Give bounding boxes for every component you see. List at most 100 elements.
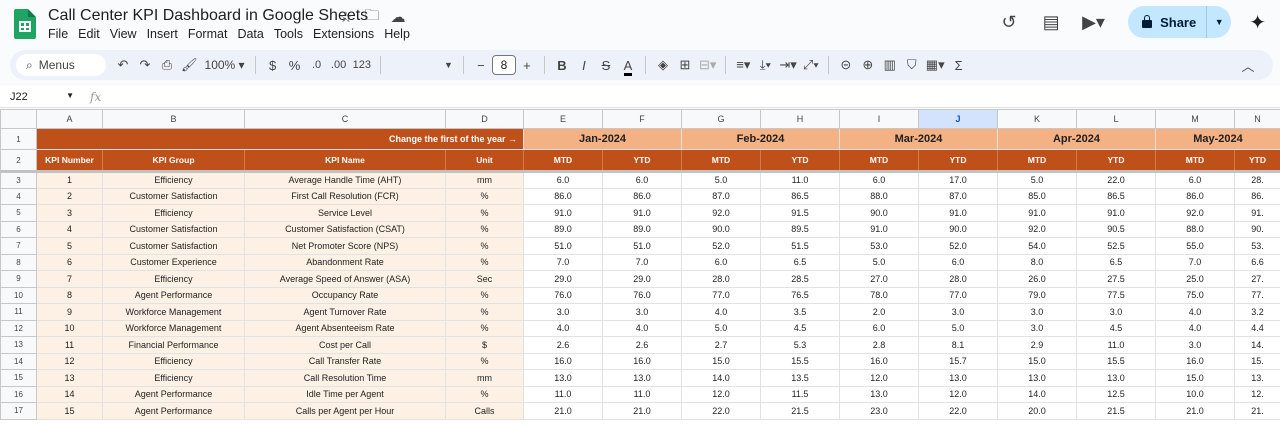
value-cell[interactable]: 92.0	[997, 220, 1077, 238]
value-cell[interactable]: 16.0	[602, 352, 682, 370]
value-cell[interactable]: 90.5	[1076, 220, 1156, 238]
year-change-note[interactable]: Change the first of the year →	[36, 128, 524, 150]
value-cell[interactable]: 12.0	[681, 385, 761, 403]
value-cell[interactable]: 11.0	[602, 385, 682, 403]
value-cell[interactable]: 86.0	[1155, 187, 1235, 205]
text-wrap-icon[interactable]: ⇥▾	[776, 57, 799, 73]
kpi-number-cell[interactable]: 1	[36, 171, 103, 189]
value-cell[interactable]: 6.5	[1076, 253, 1156, 271]
kpi-group-cell[interactable]: Agent Performance	[102, 286, 245, 304]
value-cell[interactable]: 13.0	[523, 369, 603, 387]
row-number[interactable]: 10	[0, 286, 37, 304]
unit-cell[interactable]: %	[445, 352, 524, 370]
borders-icon[interactable]: ⊞	[674, 57, 696, 73]
value-cell[interactable]: 22.0	[1076, 171, 1156, 189]
value-cell[interactable]: 13.0	[839, 385, 919, 403]
value-cell[interactable]: 17.0	[918, 171, 998, 189]
mtd-header[interactable]: MTD	[681, 149, 761, 172]
value-cell[interactable]: 52.5	[1076, 237, 1156, 255]
vertical-align-icon[interactable]: ⤓▾	[754, 57, 776, 73]
value-cell[interactable]: 28.	[1234, 171, 1280, 189]
value-cell[interactable]: 20.0	[997, 402, 1077, 420]
value-cell[interactable]: 6.0	[839, 171, 919, 189]
row-number[interactable]: 12	[0, 319, 37, 337]
value-cell[interactable]: 28.5	[760, 270, 840, 288]
value-cell[interactable]: 12.5	[1076, 385, 1156, 403]
column-title[interactable]: Unit	[445, 149, 524, 172]
value-cell[interactable]: 3.0	[602, 303, 682, 321]
value-cell[interactable]: 13.0	[1076, 369, 1156, 387]
mtd-header[interactable]: MTD	[839, 149, 919, 172]
value-cell[interactable]: 29.0	[602, 270, 682, 288]
value-cell[interactable]: 4.0	[602, 319, 682, 337]
value-cell[interactable]: 11.0	[523, 385, 603, 403]
value-cell[interactable]: 8.0	[997, 253, 1077, 271]
menu-insert[interactable]: Insert	[147, 26, 185, 41]
column-header-k[interactable]: K	[997, 109, 1077, 129]
value-cell[interactable]: 4.4	[1234, 319, 1280, 337]
value-cell[interactable]: 92.0	[1155, 204, 1235, 222]
value-cell[interactable]: 22.0	[918, 402, 998, 420]
value-cell[interactable]: 90.	[1234, 220, 1280, 238]
row-number[interactable]: 4	[0, 187, 37, 205]
zoom-select[interactable]: 100% ▾	[201, 58, 249, 72]
collapse-toolbar-icon[interactable]: ︿	[1237, 56, 1259, 75]
menu-edit[interactable]: Edit	[78, 26, 107, 41]
value-cell[interactable]: 21.5	[760, 402, 840, 420]
unit-cell[interactable]: %	[445, 319, 524, 337]
column-title[interactable]: KPI Number	[36, 149, 103, 172]
meet-video-icon[interactable]: ▶▾	[1082, 12, 1105, 33]
kpi-group-cell[interactable]: Efficiency	[102, 270, 245, 288]
value-cell[interactable]: 28.0	[681, 270, 761, 288]
value-cell[interactable]: 87.0	[681, 187, 761, 205]
value-cell[interactable]: 15.0	[681, 352, 761, 370]
value-cell[interactable]: 16.0	[1155, 352, 1235, 370]
kpi-number-cell[interactable]: 15	[36, 402, 103, 420]
cloud-status-icon[interactable]: ☁	[389, 8, 407, 26]
row-number[interactable]: 17	[0, 402, 37, 420]
value-cell[interactable]: 12.0	[918, 385, 998, 403]
insert-comment-icon[interactable]: ⊕	[857, 57, 879, 73]
ytd-header[interactable]: YTD	[760, 149, 840, 172]
value-cell[interactable]: 3.2	[1234, 303, 1280, 321]
unit-cell[interactable]: $	[445, 336, 524, 354]
kpi-number-cell[interactable]: 7	[36, 270, 103, 288]
kpi-number-cell[interactable]: 14	[36, 385, 103, 403]
value-cell[interactable]: 53.0	[839, 237, 919, 255]
unit-cell[interactable]: %	[445, 286, 524, 304]
value-cell[interactable]: 3.0	[1155, 336, 1235, 354]
unit-cell[interactable]: mm	[445, 369, 524, 387]
value-cell[interactable]: 86.0	[602, 187, 682, 205]
row-number[interactable]: 15	[0, 369, 37, 387]
row-number[interactable]: 8	[0, 253, 37, 271]
value-cell[interactable]: 77.	[1234, 286, 1280, 304]
menu-tools[interactable]: Tools	[274, 26, 310, 41]
kpi-group-cell[interactable]: Customer Experience	[102, 253, 245, 271]
column-header-m[interactable]: M	[1155, 109, 1235, 129]
unit-cell[interactable]: %	[445, 303, 524, 321]
value-cell[interactable]: 16.0	[839, 352, 919, 370]
insert-link-icon[interactable]: ⊝	[835, 57, 857, 73]
unit-cell[interactable]: Calls	[445, 402, 524, 420]
font-family-select[interactable]: ▼	[387, 60, 457, 70]
bold-button[interactable]: B	[551, 58, 573, 73]
value-cell[interactable]: 11.5	[760, 385, 840, 403]
value-cell[interactable]: 10.0	[1155, 385, 1235, 403]
redo-icon[interactable]: ↷	[134, 57, 156, 73]
value-cell[interactable]: 76.0	[523, 286, 603, 304]
value-cell[interactable]: 92.0	[681, 204, 761, 222]
value-cell[interactable]: 29.0	[523, 270, 603, 288]
value-cell[interactable]: 86.	[1234, 187, 1280, 205]
menu-extensions[interactable]: Extensions	[313, 26, 381, 41]
menu-data[interactable]: Data	[237, 26, 270, 41]
mtd-header[interactable]: MTD	[1155, 149, 1235, 172]
text-color-button[interactable]: A	[617, 57, 639, 76]
kpi-name-cell[interactable]: Service Level	[244, 204, 446, 222]
number-format-button[interactable]: 123	[350, 59, 374, 71]
unit-cell[interactable]: %	[445, 187, 524, 205]
value-cell[interactable]: 21.0	[1155, 402, 1235, 420]
value-cell[interactable]: 21.0	[602, 402, 682, 420]
kpi-group-cell[interactable]: Efficiency	[102, 171, 245, 189]
kpi-group-cell[interactable]: Efficiency	[102, 352, 245, 370]
value-cell[interactable]: 2.0	[839, 303, 919, 321]
